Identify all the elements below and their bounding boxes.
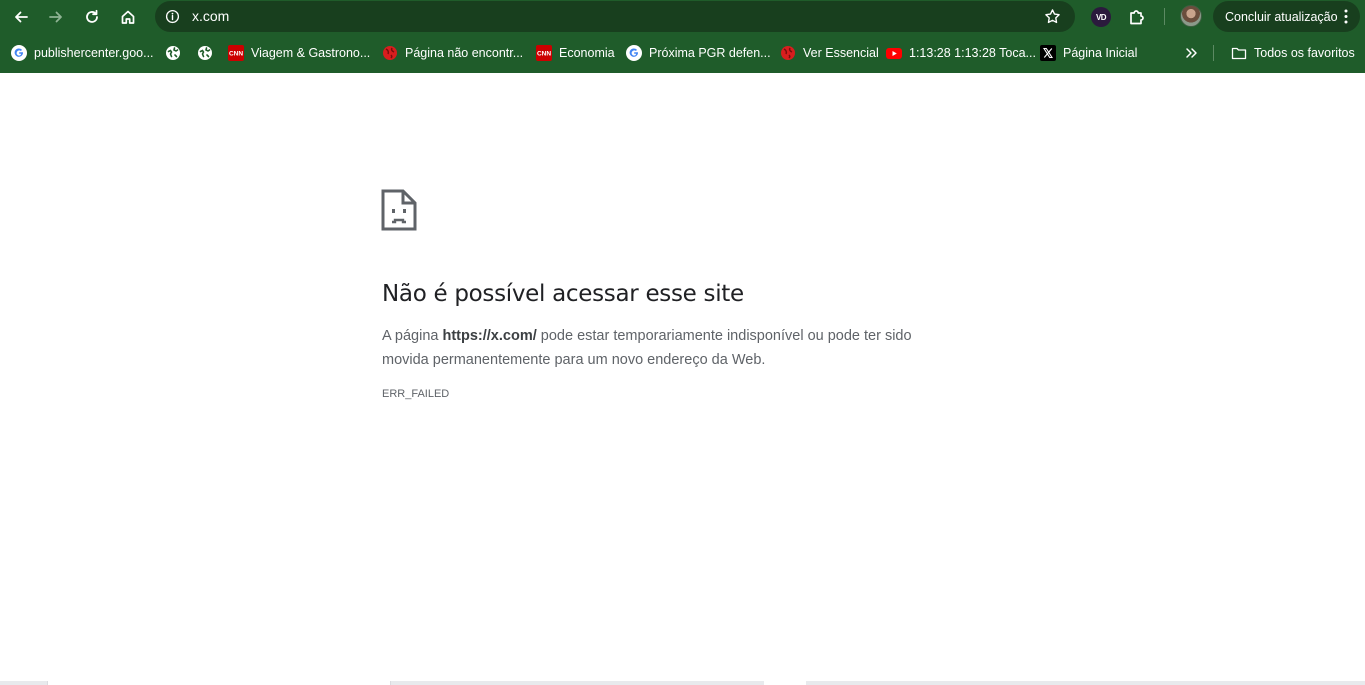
error-title: Não é possível acessar esse site — [382, 281, 744, 307]
browser-toolbar: x.com VD Concluir atualização — [0, 0, 1365, 33]
extension-vd-label: VD — [1095, 12, 1107, 22]
bookmark-item[interactable]: publishercenter.goo... — [11, 43, 154, 63]
extensions-puzzle-icon[interactable] — [1126, 6, 1148, 28]
address-bar[interactable]: x.com — [155, 1, 1075, 32]
info-icon[interactable] — [165, 9, 180, 24]
error-url: https://x.com/ — [442, 328, 537, 344]
bottom-strip — [0, 681, 1365, 685]
bookmark-item[interactable]: Próxima PGR defen... — [626, 43, 771, 63]
globe-icon — [197, 45, 213, 61]
forward-button[interactable] — [41, 2, 71, 32]
back-button[interactable] — [6, 2, 36, 32]
bookmarks-separator — [1213, 45, 1214, 61]
bookmark-item[interactable]: Página não encontr... — [382, 43, 523, 63]
bottom-strip-segment — [764, 681, 806, 685]
bookmark-label: 1:13:28 1:13:28 Toca... — [909, 46, 1036, 60]
error-description: A página https://x.com/ pode estar tempo… — [382, 324, 962, 372]
bottom-strip-segment — [47, 681, 391, 685]
arrow-right-icon — [49, 11, 62, 23]
red-globe-icon — [780, 45, 796, 61]
bookmark-item[interactable] — [197, 43, 220, 63]
x-icon — [1040, 45, 1056, 61]
youtube-icon — [886, 45, 902, 61]
bookmarks-bar: publishercenter.goo... CNN Viagem & Gast… — [0, 33, 1365, 73]
bookmark-item[interactable]: 1:13:28 1:13:28 Toca... — [886, 43, 1036, 63]
bookmark-label: publishercenter.goo... — [34, 46, 154, 60]
bookmark-label: Ver Essencial — [803, 46, 879, 60]
home-button[interactable] — [113, 2, 143, 32]
bookmark-item[interactable]: Ver Essencial — [780, 43, 879, 63]
bookmark-item[interactable]: Página Inicial — [1040, 43, 1137, 63]
bookmark-label: Próxima PGR defen... — [649, 46, 771, 60]
toolbar-separator — [1164, 8, 1165, 25]
all-bookmarks-button[interactable]: Todos os favoritos — [1231, 43, 1355, 63]
update-button-label: Concluir atualização — [1225, 9, 1338, 24]
folder-icon — [1231, 45, 1247, 61]
home-icon — [121, 10, 135, 24]
all-bookmarks-label: Todos os favoritos — [1254, 46, 1355, 60]
bookmarks-overflow-button[interactable] — [1183, 43, 1206, 63]
cnn-icon: CNN — [536, 45, 552, 61]
error-description-prefix: A página — [382, 328, 443, 344]
bookmark-label: Viagem & Gastrono... — [251, 46, 371, 60]
globe-icon — [165, 45, 181, 61]
error-code: ERR_FAILED — [382, 388, 450, 400]
arrow-left-icon — [15, 11, 28, 23]
bookmark-item[interactable]: CNN Economia — [536, 43, 615, 63]
double-chevron-icon — [1183, 45, 1199, 61]
svg-text:CNN: CNN — [229, 51, 243, 58]
red-globe-icon — [382, 45, 398, 61]
address-bar-url[interactable]: x.com — [192, 8, 229, 24]
star-icon[interactable] — [1044, 8, 1061, 25]
google-icon — [11, 45, 27, 61]
reload-button[interactable] — [77, 2, 107, 32]
bookmark-item[interactable] — [165, 43, 188, 63]
google-icon — [626, 45, 642, 61]
bookmark-label: Página Inicial — [1063, 46, 1138, 60]
bookmark-label: Página não encontr... — [405, 46, 524, 60]
extension-vd-button[interactable]: VD — [1091, 7, 1111, 27]
svg-text:CNN: CNN — [537, 51, 551, 58]
update-button[interactable]: Concluir atualização — [1213, 1, 1360, 32]
bookmark-label: Economia — [559, 46, 615, 60]
bookmark-item[interactable]: CNN Viagem & Gastrono... — [228, 43, 370, 63]
cnn-icon: CNN — [228, 45, 244, 61]
more-vertical-icon[interactable] — [1344, 9, 1348, 24]
reload-icon — [86, 9, 98, 23]
sad-page-icon — [381, 189, 417, 231]
profile-avatar[interactable] — [1180, 5, 1202, 27]
